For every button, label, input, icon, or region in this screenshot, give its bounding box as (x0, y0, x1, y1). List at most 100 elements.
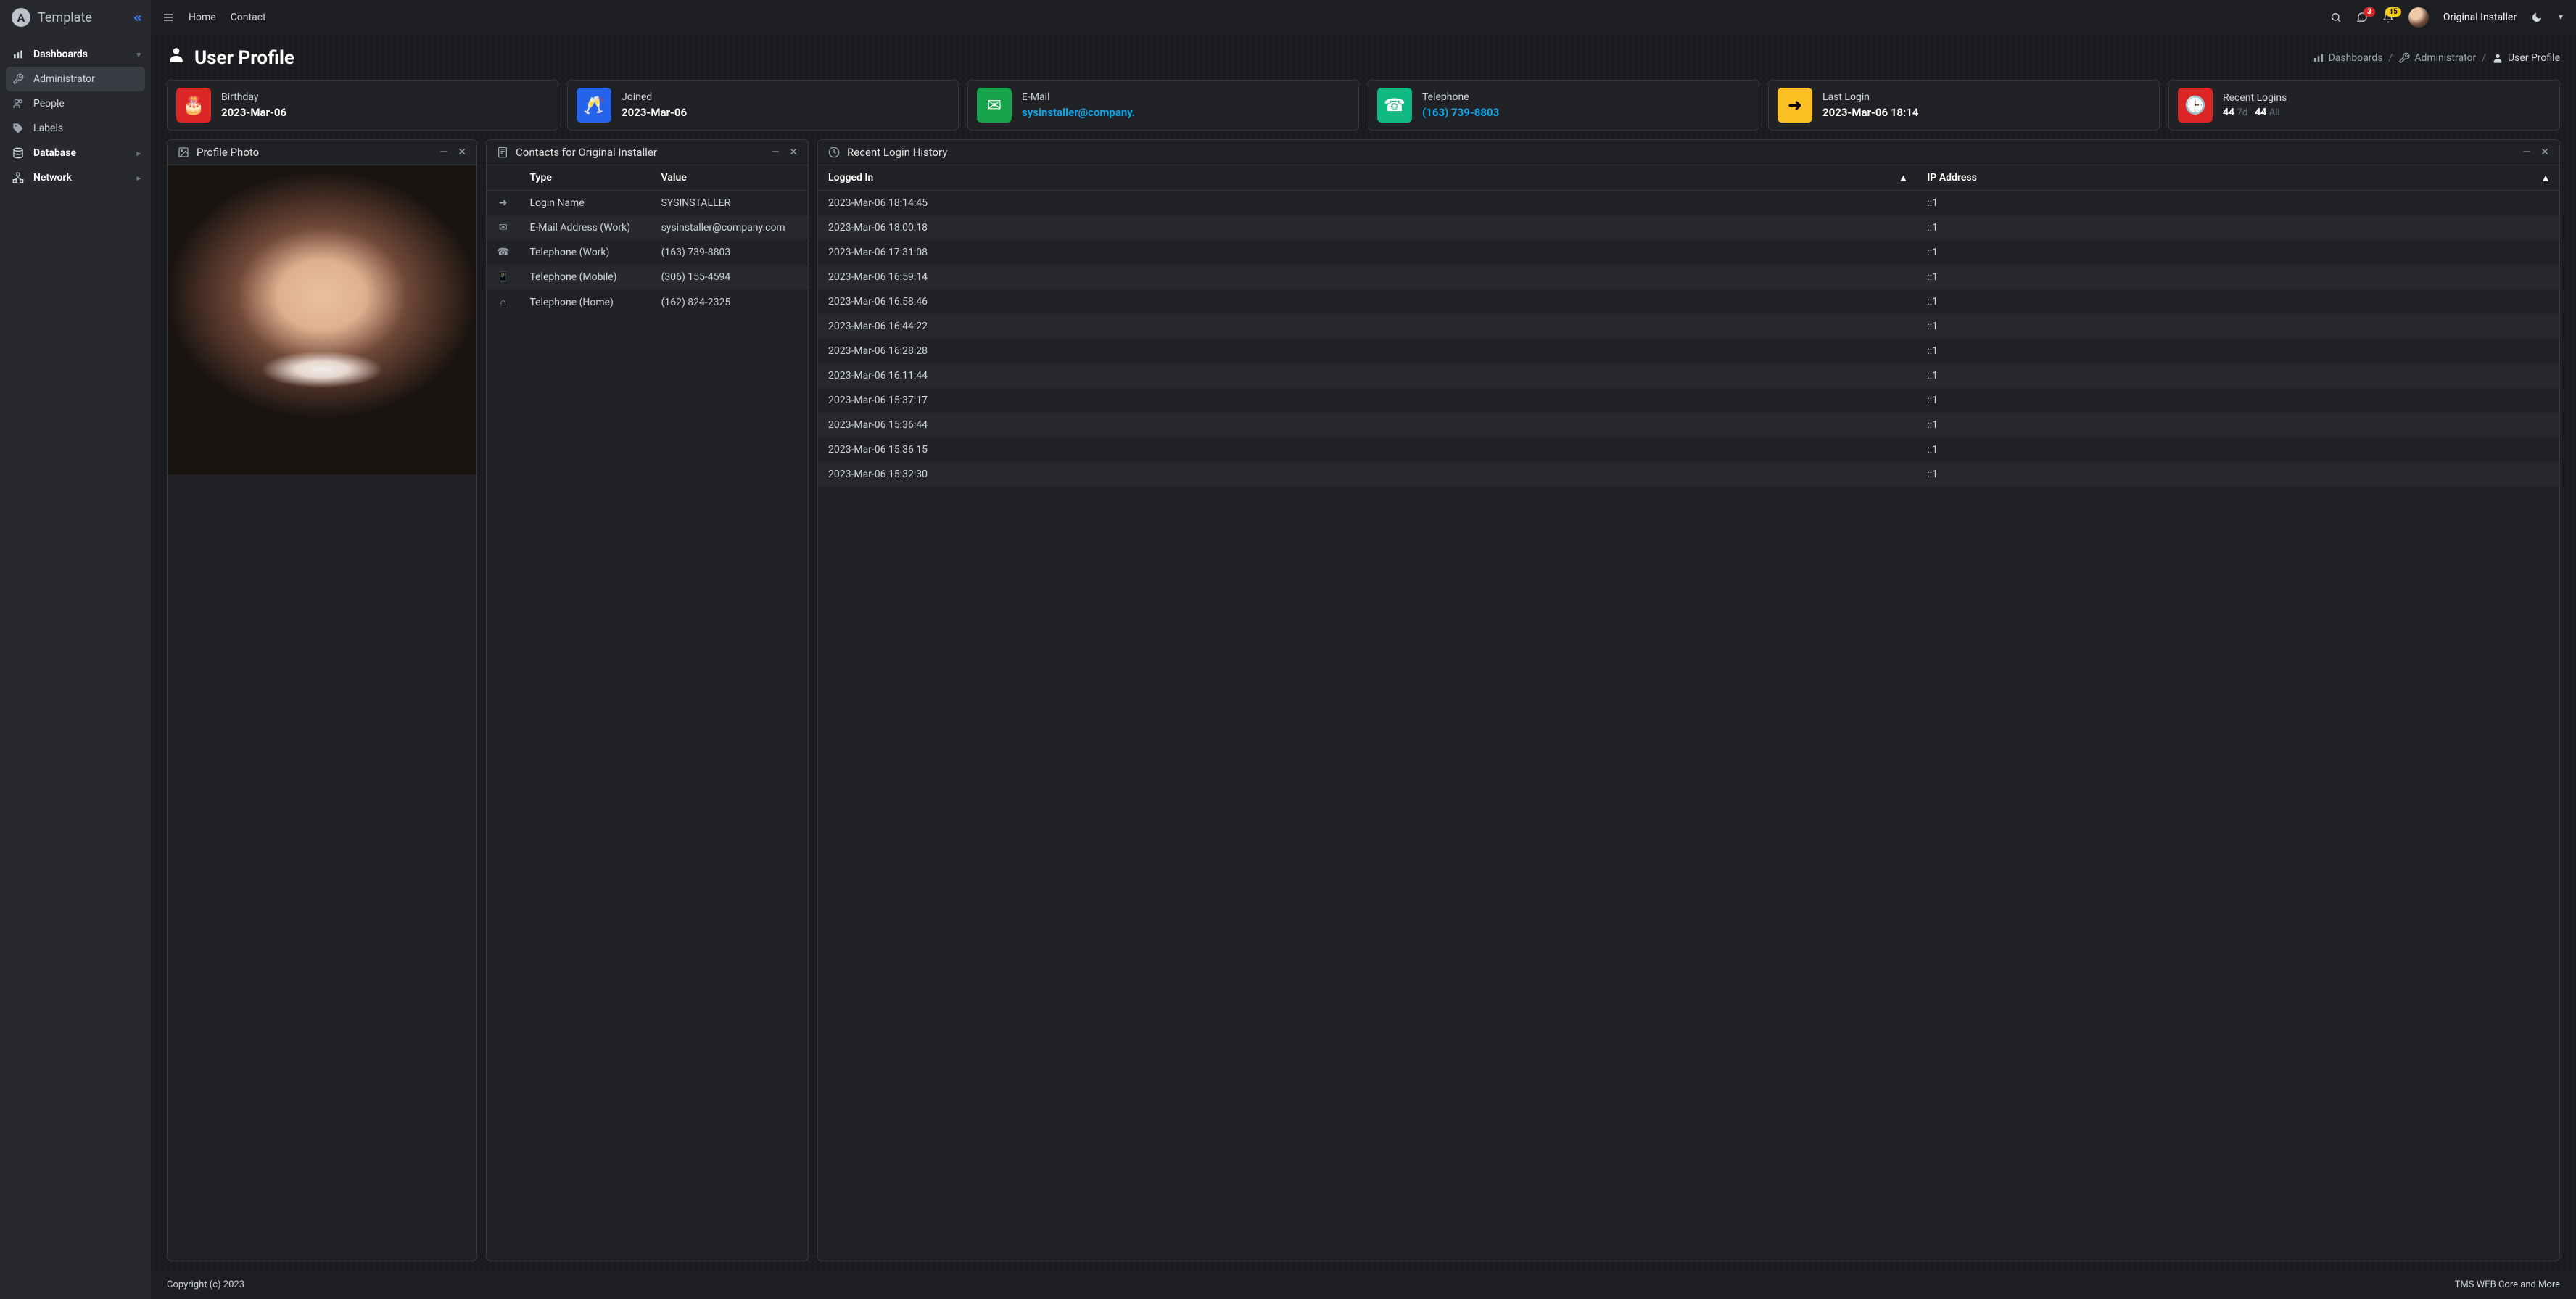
contact-icon: ➜ (487, 191, 519, 216)
contact-value: sysinstaller@company.com (651, 215, 808, 240)
stat-card-birthday: 🎂 Birthday 2023-Mar-06 (167, 80, 558, 131)
table-row: ✉ E-Mail Address (Work) sysinstaller@com… (487, 215, 808, 240)
table-row: 2023-Mar-06 16:28:28 ::1 (818, 339, 2559, 363)
contact-icon: ⌂ (487, 289, 519, 315)
contact-type: Telephone (Home) (519, 289, 651, 315)
theme-toggle[interactable] (2531, 12, 2543, 23)
panel-title: Recent Login History (847, 146, 947, 159)
stat-value[interactable]: sysinstaller@company. (1022, 106, 1135, 119)
stat-icon: ☎ (1377, 88, 1412, 123)
table-row: 2023-Mar-06 16:44:22 ::1 (818, 314, 2559, 339)
contact-value: (306) 155-4594 (651, 265, 808, 289)
footer-attribution[interactable]: TMS WEB Core and More (2455, 1279, 2560, 1290)
table-row: 2023-Mar-06 15:37:17 ::1 (818, 388, 2559, 413)
login-time: 2023-Mar-06 15:36:15 (818, 437, 1917, 462)
nav-section-network[interactable]: Network▸ (0, 165, 151, 190)
username[interactable]: Original Installer (2443, 12, 2517, 23)
stat-card-recent-logins: 🕒 Recent Logins 44 7d44 All (2168, 80, 2560, 131)
panel-minimize-button[interactable]: — (2522, 147, 2530, 158)
page-title: User Profile (194, 47, 294, 69)
panel-minimize-button[interactable]: — (439, 147, 447, 158)
login-ip: ::1 (1917, 191, 2559, 216)
panel-title: Contacts for Original Installer (516, 146, 657, 159)
sort-asc-icon: ▲ (2540, 172, 2551, 184)
stat-card-telephone: ☎ Telephone (163) 739-8803 (1368, 80, 1759, 131)
photo-icon (178, 147, 189, 158)
breadcrumb-user-profile: User Profile (2492, 52, 2560, 64)
login-ip: ::1 (1917, 339, 2559, 363)
panel-minimize-button[interactable]: — (771, 147, 779, 158)
nav-item-people[interactable]: People (0, 91, 151, 116)
stat-value: 2023-Mar-06 (622, 106, 687, 119)
bell-button[interactable]: 15 (2382, 12, 2394, 23)
network-icon (12, 172, 25, 183)
login-ip: ::1 (1917, 240, 2559, 265)
contact-icon: ✉ (487, 215, 519, 240)
stat-label: Last Login (1822, 91, 1919, 103)
panel-close-button[interactable]: ✕ (789, 147, 798, 158)
breadcrumb-dashboards[interactable]: Dashboards (2313, 52, 2383, 64)
chat-button[interactable]: 3 (2356, 12, 2368, 23)
search-button[interactable] (2330, 12, 2342, 23)
stat-icon: ➜ (1778, 88, 1812, 123)
contacts-icon (497, 147, 508, 158)
table-row: 2023-Mar-06 16:11:44 ::1 (818, 363, 2559, 388)
stat-icon: 🕒 (2178, 88, 2213, 123)
th-type: Type (519, 165, 651, 191)
sidebar: A Template Dashboards▾ Administrator Peopl… (0, 0, 151, 1299)
nav-section-dashboards[interactable]: Dashboards▾ (0, 42, 151, 67)
panel-login-history: Recent Login History — ✕ Logged In▲ IP A… (817, 139, 2560, 1261)
topbar: Home Contact 3 15 Original Installer ▼ (151, 0, 2576, 35)
login-time: 2023-Mar-06 15:36:44 (818, 413, 1917, 437)
chevron-down-icon: ▸ (136, 149, 141, 158)
breadcrumb-separator: / (2482, 52, 2486, 64)
stat-value: 44 7d44 All (2223, 107, 2287, 118)
logo-icon: A (12, 8, 30, 27)
stat-icon: 🎂 (176, 88, 211, 123)
chart-bar-icon (12, 49, 25, 60)
main: Home Contact 3 15 Original Installer ▼ (151, 0, 2576, 1299)
panel-close-button[interactable]: ✕ (458, 147, 466, 158)
stat-label: Joined (622, 91, 687, 103)
nav-home[interactable]: Home (189, 12, 216, 23)
th-ip[interactable]: IP Address▲ (1917, 165, 2559, 191)
stat-label: Birthday (221, 91, 286, 103)
bell-badge: 15 (2385, 7, 2400, 17)
nav-contact[interactable]: Contact (231, 12, 266, 23)
sidebar-header: A Template (0, 0, 151, 35)
sort-asc-icon: ▲ (1898, 172, 1908, 184)
nav-item-labels[interactable]: Labels (0, 116, 151, 141)
database-icon (12, 147, 25, 159)
sidebar-collapse-button[interactable] (132, 10, 144, 25)
nav-item-administrator[interactable]: Administrator (6, 67, 145, 91)
login-time: 2023-Mar-06 16:28:28 (818, 339, 1917, 363)
login-ip: ::1 (1917, 413, 2559, 437)
nav-section-database[interactable]: Database▸ (0, 141, 151, 165)
login-ip: ::1 (1917, 388, 2559, 413)
contacts-table: Type Value ➜ Login Name SYSINSTALLER ✉ E… (487, 165, 808, 315)
stats-row: 🎂 Birthday 2023-Mar-06 🥂 Joined 2023-Mar… (151, 77, 2576, 139)
table-row: ☎ Telephone (Work) (163) 739-8803 (487, 240, 808, 265)
stat-card-e-mail: ✉ E-Mail sysinstaller@company. (967, 80, 1359, 131)
profile-photo-image (168, 165, 476, 474)
login-time: 2023-Mar-06 16:59:14 (818, 265, 1917, 289)
footer-copyright: Copyright (c) 2023 (167, 1279, 244, 1290)
stat-value[interactable]: (163) 739-8803 (1422, 106, 1499, 119)
avatar[interactable] (2408, 7, 2429, 28)
login-time: 2023-Mar-06 15:37:17 (818, 388, 1917, 413)
breadcrumb-administrator[interactable]: Administrator (2398, 52, 2476, 64)
stat-value: 2023-Mar-06 (221, 106, 286, 119)
breadcrumbs: Dashboards/Administrator/User Profile (2313, 52, 2560, 64)
panel-profile-photo: Profile Photo — ✕ (167, 139, 477, 1261)
login-time: 2023-Mar-06 15:32:30 (818, 462, 1917, 487)
login-ip: ::1 (1917, 437, 2559, 462)
user-menu-caret[interactable]: ▼ (2557, 14, 2564, 22)
nav-label: People (33, 98, 65, 110)
stat-icon: ✉ (977, 88, 1012, 123)
th-logged-in[interactable]: Logged In▲ (818, 165, 1917, 191)
hamburger-button[interactable] (162, 12, 174, 23)
chat-badge: 3 (2364, 7, 2375, 17)
panel-close-button[interactable]: ✕ (2540, 147, 2549, 158)
nav-label: Administrator (33, 73, 95, 85)
users-icon (12, 98, 25, 110)
